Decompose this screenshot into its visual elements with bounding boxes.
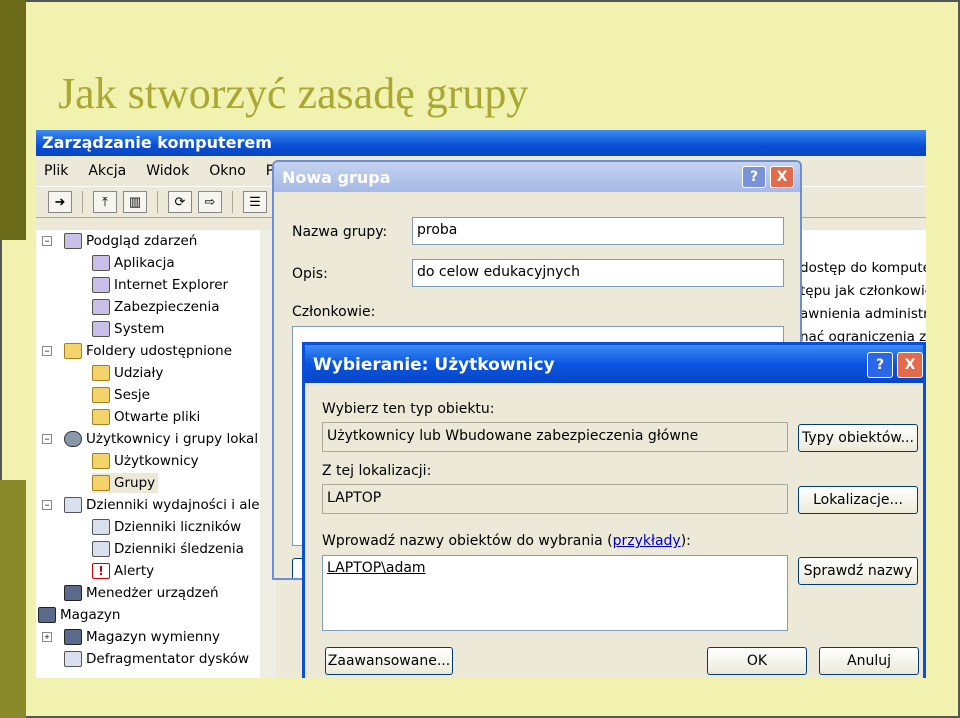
tree-item[interactable]: Otwarte pliki: [92, 407, 200, 427]
alert-icon: !: [92, 563, 110, 579]
collapse-icon[interactable]: −: [42, 500, 52, 510]
members-label: Członkowie:: [292, 304, 376, 320]
object-type-label: Wybierz ten typ obiektu:: [322, 401, 495, 417]
object-names-input[interactable]: LAPTOP\adam: [322, 555, 788, 631]
collapse-icon[interactable]: −: [42, 236, 52, 246]
tree-item[interactable]: Dzienniki liczników: [92, 517, 241, 537]
folder-icon: [92, 365, 110, 381]
object-names-label: Wprowadź nazwy obiektów do wybrania (prz…: [322, 533, 691, 549]
slide-accent-bar-bottom: [0, 480, 26, 718]
help-button[interactable]: ?: [867, 352, 893, 378]
description-line: dostęp do kompute: [800, 260, 926, 276]
refresh-icon[interactable]: ⟳: [168, 191, 192, 213]
users-groups-icon: [64, 431, 82, 447]
counter-log-icon: [92, 519, 110, 535]
tree-item[interactable]: Zabezpieczenia: [92, 297, 220, 317]
group-name-label: Nazwa grupy:: [292, 224, 388, 240]
log-icon: [92, 277, 110, 293]
device-manager-icon: [64, 585, 82, 601]
log-icon: [92, 299, 110, 315]
dialog-title: Wybieranie: Użytkownicy: [313, 355, 555, 375]
location-field: LAPTOP: [322, 484, 788, 514]
select-users-title-bar: Wybieranie: Użytkownicy ? X: [305, 345, 923, 383]
tree-item[interactable]: Aplikacja: [92, 253, 175, 273]
tree-item[interactable]: Dzienniki śledzenia: [92, 539, 244, 559]
group-name-input[interactable]: proba: [412, 217, 784, 245]
tree-item[interactable]: Użytkownicy i grupy lokal: [64, 429, 258, 449]
window-title: Zarządzanie komputerem: [36, 130, 926, 156]
folder-icon: [92, 387, 110, 403]
close-button[interactable]: X: [770, 166, 794, 188]
show-hide-tree-icon[interactable]: ▥: [123, 191, 147, 213]
tree-item-selected[interactable]: Grupy: [92, 473, 159, 493]
back-arrow-icon[interactable]: ➜: [48, 191, 72, 213]
tree-item[interactable]: Udziały: [92, 363, 163, 383]
tree-item[interactable]: System: [92, 319, 164, 339]
collapse-icon[interactable]: −: [42, 346, 52, 356]
folder-icon: [92, 409, 110, 425]
console-tree: − Podgląd zdarzeń Aplikacja Internet Exp…: [36, 230, 274, 678]
tree-item[interactable]: Internet Explorer: [92, 275, 228, 295]
shared-folder-icon: [64, 343, 82, 359]
export-list-icon[interactable]: ⇨: [198, 191, 222, 213]
expand-icon[interactable]: +: [42, 632, 52, 642]
cancel-button[interactable]: Anuluj: [819, 647, 919, 675]
close-button[interactable]: X: [897, 352, 923, 378]
tree-item[interactable]: Defragmentator dysków: [64, 649, 249, 669]
menu-action[interactable]: Akcja: [88, 163, 126, 179]
log-icon: [92, 255, 110, 271]
toolbar-separator: [157, 191, 158, 213]
description-label: Opis:: [292, 266, 328, 282]
log-icon: [92, 321, 110, 337]
locations-button[interactable]: Lokalizacje...: [798, 486, 918, 514]
check-names-button[interactable]: Sprawdź nazwy: [798, 557, 918, 585]
menu-view[interactable]: Widok: [146, 163, 189, 179]
up-folder-icon[interactable]: ⤒: [93, 191, 117, 213]
storage-icon: [38, 607, 56, 623]
advanced-button[interactable]: Zaawansowane...: [325, 647, 453, 675]
event-viewer-icon: [64, 233, 82, 249]
defragmenter-icon: [64, 651, 82, 667]
trace-log-icon: [92, 541, 110, 557]
examples-link[interactable]: przykłady: [613, 533, 681, 549]
collapse-icon[interactable]: −: [42, 434, 52, 444]
slide-accent-bar-top: [0, 0, 26, 240]
slide-title: Jak stworzyć zasadę grupy: [58, 69, 529, 118]
tree-item[interactable]: Sesje: [92, 385, 150, 405]
toolbar-separator: [82, 191, 83, 213]
object-types-button[interactable]: Typy obiektów...: [798, 424, 918, 452]
menu-file[interactable]: Plik: [44, 163, 68, 179]
object-type-field: Użytkownicy lub Wbudowane zabezpieczenia…: [322, 422, 788, 452]
location-label: Z tej lokalizacji:: [322, 463, 432, 479]
tree-item[interactable]: ! Alerty: [92, 561, 154, 581]
menu-window[interactable]: Okno: [209, 163, 246, 179]
performance-icon: [64, 497, 82, 513]
dialog-title: Nowa grupa: [282, 168, 391, 187]
help-button[interactable]: ?: [742, 166, 766, 188]
removable-storage-icon: [64, 629, 82, 645]
folder-open-icon: [92, 475, 110, 491]
tree-item[interactable]: Magazyn: [38, 605, 120, 625]
entered-name: LAPTOP\adam: [327, 560, 426, 576]
folder-icon: [92, 453, 110, 469]
tree-item[interactable]: Podgląd zdarzeń: [64, 231, 197, 251]
select-users-dialog: Wybieranie: Użytkownicy ? X Wybierz ten …: [302, 342, 926, 678]
tree-item[interactable]: Menedżer urządzeń: [64, 583, 219, 603]
description-input[interactable]: do celow edukacyjnych: [412, 259, 784, 287]
tree-item[interactable]: Magazyn wymienny: [64, 627, 220, 647]
new-group-title-bar: Nowa grupa ? X: [274, 162, 800, 192]
ok-button[interactable]: OK: [707, 647, 807, 675]
description-line: tępu jak członkowie: [800, 283, 926, 299]
tree-item[interactable]: Użytkownicy: [92, 451, 199, 471]
tree-item[interactable]: Foldery udostępnione: [64, 341, 232, 361]
properties-icon[interactable]: ☰: [243, 191, 267, 213]
tree-item[interactable]: Dzienniki wydajności i alei: [64, 495, 263, 515]
description-line: awnienia administra: [800, 306, 926, 322]
toolbar-separator: [232, 191, 233, 213]
